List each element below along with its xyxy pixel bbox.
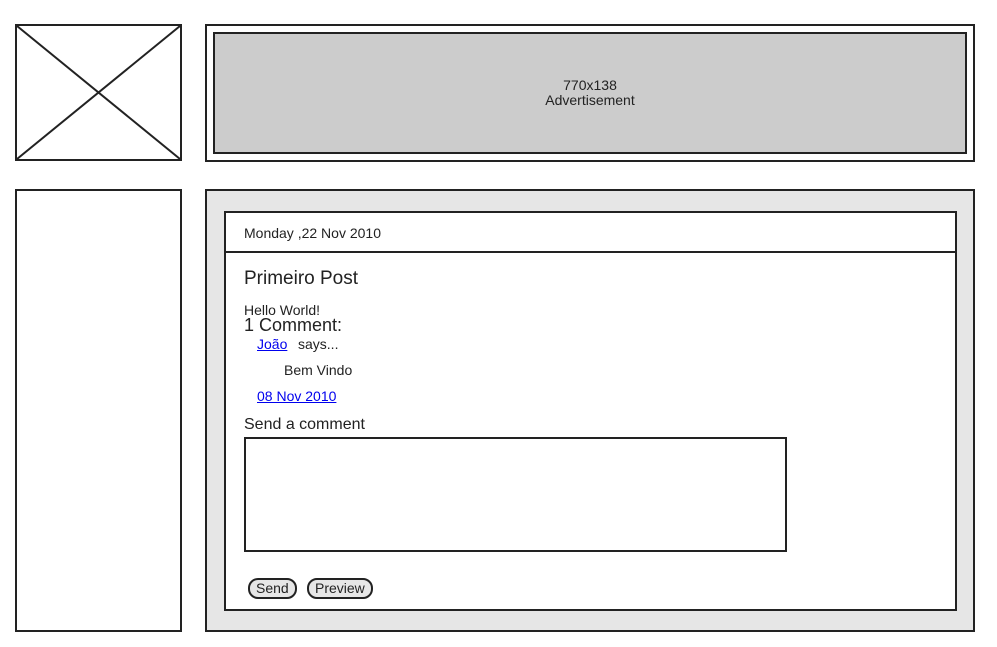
ad-size-label: 770x138 — [563, 77, 617, 93]
comment-date-link[interactable]: 08 Nov 2010 — [257, 388, 336, 404]
advertisement-banner[interactable]: 770x138 Advertisement — [205, 24, 975, 162]
blog-post: Monday ,22 Nov 2010 Primeiro Post Hello … — [224, 211, 957, 611]
preview-button[interactable]: Preview — [307, 578, 373, 599]
send-button[interactable]: Send — [248, 578, 297, 599]
post-title: Primeiro Post — [244, 268, 359, 289]
image-placeholder-icon — [17, 26, 180, 159]
main-content: Monday ,22 Nov 2010 Primeiro Post Hello … — [205, 189, 975, 632]
post-date-bar: Monday ,22 Nov 2010 — [226, 213, 955, 253]
ad-label: Advertisement — [545, 92, 635, 108]
sidebar — [15, 189, 182, 632]
logo-image-placeholder — [15, 24, 182, 161]
comments-count: 1 Comment: — [244, 315, 343, 335]
post-date: Monday ,22 Nov 2010 — [244, 225, 381, 241]
comment-textarea[interactable] — [244, 437, 787, 552]
comment-text: Bem Vindo — [284, 362, 353, 378]
comment-author-link[interactable]: João — [257, 336, 287, 352]
advertisement-inner[interactable]: 770x138 Advertisement — [213, 32, 967, 154]
comment-says-label: says... — [298, 336, 339, 352]
send-comment-label: Send a comment — [244, 416, 365, 433]
